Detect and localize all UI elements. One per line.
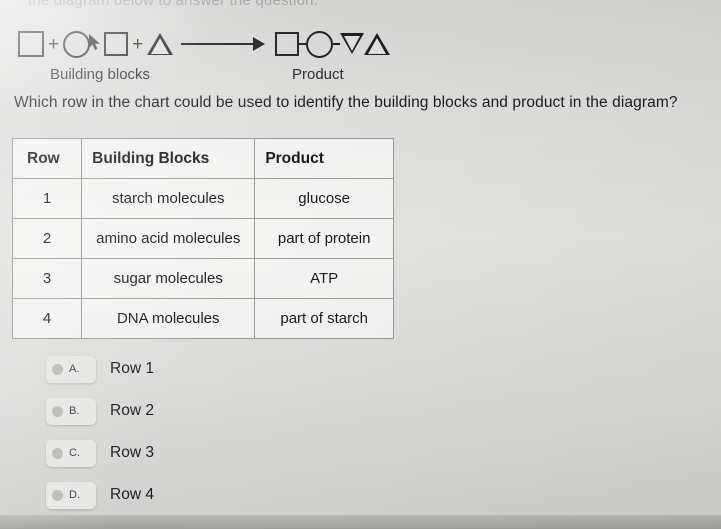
option-d-letter: D. (69, 489, 80, 501)
product-circle-icon (306, 30, 334, 58)
option-a-letter: A. (69, 363, 80, 375)
radio-dot-icon (52, 447, 63, 459)
header-product: Product (254, 138, 394, 179)
square-shape-icon-2 (104, 32, 129, 56)
cell-product: part of protein (254, 218, 394, 259)
reaction-arrow-icon (181, 34, 267, 54)
cell-product: glucose (254, 178, 394, 219)
answer-options: A. Row 1 B. Row 2 C. Row 3 D. Row 4 (0, 348, 721, 516)
product-square-icon (275, 32, 300, 56)
diagram-shapes: + + (18, 22, 391, 66)
table-row: 2 amino acid molecules part of protein (11, 218, 394, 259)
bond-line-1 (299, 43, 307, 45)
table-row: 3 sugar molecules ATP (11, 258, 394, 299)
product-label: Product (292, 66, 344, 83)
option-a[interactable]: A. Row 1 (0, 348, 721, 390)
option-c-text: Row 3 (110, 444, 154, 461)
option-c-badge[interactable]: C. (46, 439, 96, 467)
radio-dot-icon (52, 489, 63, 501)
cell-building-blocks: DNA molecules (81, 298, 256, 339)
cell-row-number: 4 (11, 298, 83, 339)
option-a-badge[interactable]: A. (46, 355, 96, 383)
option-b-badge[interactable]: B. (46, 397, 96, 425)
option-c[interactable]: C. Row 3 (0, 432, 721, 474)
radio-dot-icon (52, 363, 63, 375)
bottom-edge-bar (0, 515, 721, 529)
bond-line-2 (333, 43, 341, 45)
cell-building-blocks: amino acid molecules (81, 218, 256, 259)
triangle-shape-icon (147, 33, 174, 55)
option-a-text: Row 1 (110, 360, 154, 377)
cropped-header-text-value: the diagram below to answer the question… (28, 0, 319, 9)
option-b[interactable]: B. Row 2 (0, 390, 721, 432)
option-d-text: Row 4 (110, 486, 154, 503)
header-building-blocks: Building Blocks (81, 138, 256, 179)
plus-operator-2: + (132, 33, 144, 55)
option-d[interactable]: D. Row 4 (0, 474, 721, 516)
cropped-header-text: the diagram below to answer the question… (28, 0, 318, 12)
product-triangle-up-icon (364, 33, 391, 55)
reaction-diagram: + + Building blocks Product (0, 22, 721, 90)
option-b-text: Row 2 (110, 402, 154, 419)
cell-building-blocks: starch molecules (81, 178, 256, 219)
square-shape-icon (18, 31, 44, 57)
cell-row-number: 3 (11, 258, 83, 299)
option-d-badge[interactable]: D. (46, 481, 96, 509)
table-header-row: Row Building Blocks Product (11, 138, 394, 179)
table-row: 1 starch molecules glucose (11, 178, 394, 219)
option-c-letter: C. (69, 447, 80, 459)
cell-row-number: 1 (11, 178, 83, 219)
cell-product: part of starch (254, 298, 394, 339)
question-text: Which row in the chart could be used to … (14, 94, 678, 111)
mouse-cursor-icon (89, 34, 101, 50)
option-b-letter: B. (69, 405, 80, 417)
page-background: the diagram below to answer the question… (0, 0, 721, 529)
cell-product: ATP (254, 258, 394, 299)
cell-building-blocks: sugar molecules (81, 258, 256, 299)
building-blocks-label: Building blocks (50, 66, 151, 83)
answer-chart-table: Row Building Blocks Product 1 starch mol… (11, 138, 394, 339)
diagram-labels: Building blocks Product (0, 66, 721, 88)
circle-shape-icon (63, 30, 91, 58)
cell-row-number: 2 (11, 218, 83, 259)
radio-dot-icon (52, 405, 63, 417)
table-row: 4 DNA molecules part of starch (11, 298, 394, 339)
plus-operator-1: + (48, 33, 60, 55)
header-row: Row (11, 138, 83, 179)
